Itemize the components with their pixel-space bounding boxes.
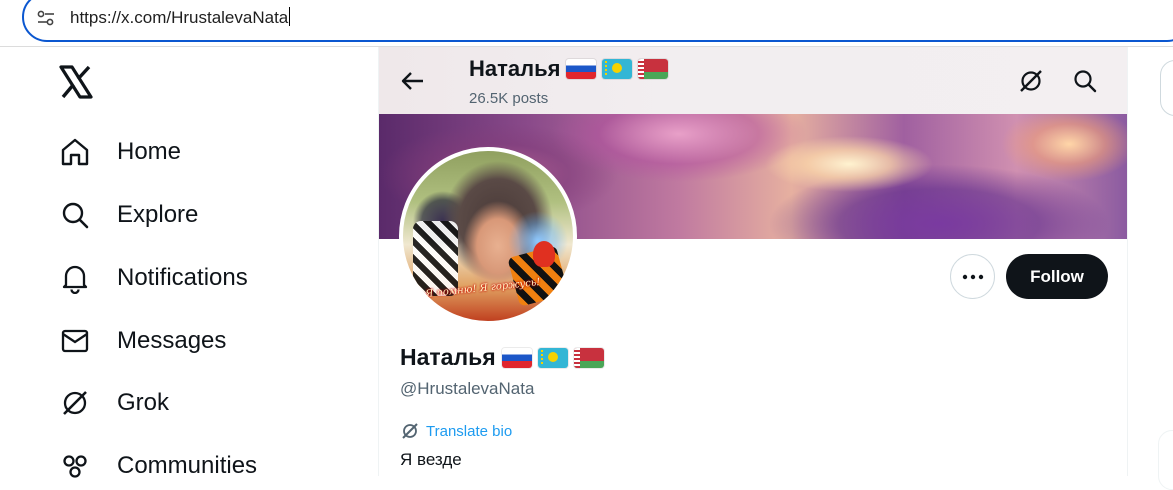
sidebar-item-label: Notifications	[117, 264, 248, 291]
belarus-flag-icon	[638, 59, 669, 79]
url-value: https://x.com/HrustalevaNata	[70, 8, 289, 27]
sidebar-item-home[interactable]: Home	[58, 132, 181, 172]
more-dots-icon	[962, 274, 983, 279]
kazakhstan-flag-icon	[602, 59, 633, 79]
sidebar-item-label: Messages	[117, 327, 227, 354]
avatar-detail	[413, 221, 458, 296]
header-name: Наталья	[469, 56, 669, 82]
sidebar-item-grok[interactable]: Grok	[58, 383, 169, 423]
follow-button[interactable]: Follow	[1006, 254, 1108, 299]
sidebar-item-label: Home	[117, 138, 182, 165]
more-options-button[interactable]	[950, 254, 995, 299]
header-name-text: Наталья	[469, 56, 561, 81]
profile-name: Наталья	[400, 344, 604, 371]
search-icon	[58, 198, 92, 232]
russia-flag-icon	[566, 59, 597, 79]
sidebar-item-messages[interactable]: Messages	[58, 321, 226, 361]
right-search-box[interactable]	[1160, 60, 1173, 116]
grok-icon[interactable]	[1017, 67, 1045, 95]
avatar[interactable]: Я помню! Я горжусь!	[399, 147, 577, 325]
grok-icon	[58, 386, 92, 420]
kazakhstan-flag-icon	[537, 347, 568, 368]
translate-bio-label: Translate bio	[426, 422, 513, 440]
sidebar-item-label: Grok	[117, 389, 170, 416]
communities-icon	[58, 449, 92, 483]
text-caret	[289, 7, 291, 26]
mail-icon	[58, 324, 92, 358]
belarus-flag-icon	[573, 347, 604, 368]
profile-top-bar: Наталья 26.5K posts	[379, 47, 1127, 114]
profile-column: Наталья 26.5K posts Я помню! Я горжусь! …	[378, 47, 1128, 476]
back-arrow-icon[interactable]	[399, 67, 427, 95]
sidebar-item-communities[interactable]: Communities	[58, 446, 257, 486]
search-icon[interactable]	[1071, 67, 1099, 95]
x-logo-icon[interactable]	[58, 64, 94, 100]
post-count: 26.5K posts	[469, 90, 549, 107]
avatar-detail	[533, 241, 555, 267]
right-panel-card	[1158, 430, 1173, 490]
translate-bio-link[interactable]: Translate bio	[400, 421, 512, 441]
url-text[interactable]: https://x.com/HrustalevaNata	[70, 7, 291, 28]
sidebar-item-label: Explore	[117, 201, 199, 228]
sidebar-item-explore[interactable]: Explore	[58, 195, 198, 235]
site-info-icon[interactable]	[36, 9, 56, 27]
browser-address-bar: https://x.com/HrustalevaNata	[0, 0, 1173, 46]
home-icon	[58, 135, 92, 169]
profile-name-text: Наталья	[400, 344, 496, 370]
grok-icon	[402, 423, 418, 439]
sidebar-item-notifications[interactable]: Notifications	[58, 258, 248, 298]
bell-icon	[58, 261, 92, 295]
russia-flag-icon	[501, 347, 532, 368]
profile-bio: Я везде	[400, 450, 462, 469]
profile-handle: @HrustalevaNata	[400, 379, 535, 398]
